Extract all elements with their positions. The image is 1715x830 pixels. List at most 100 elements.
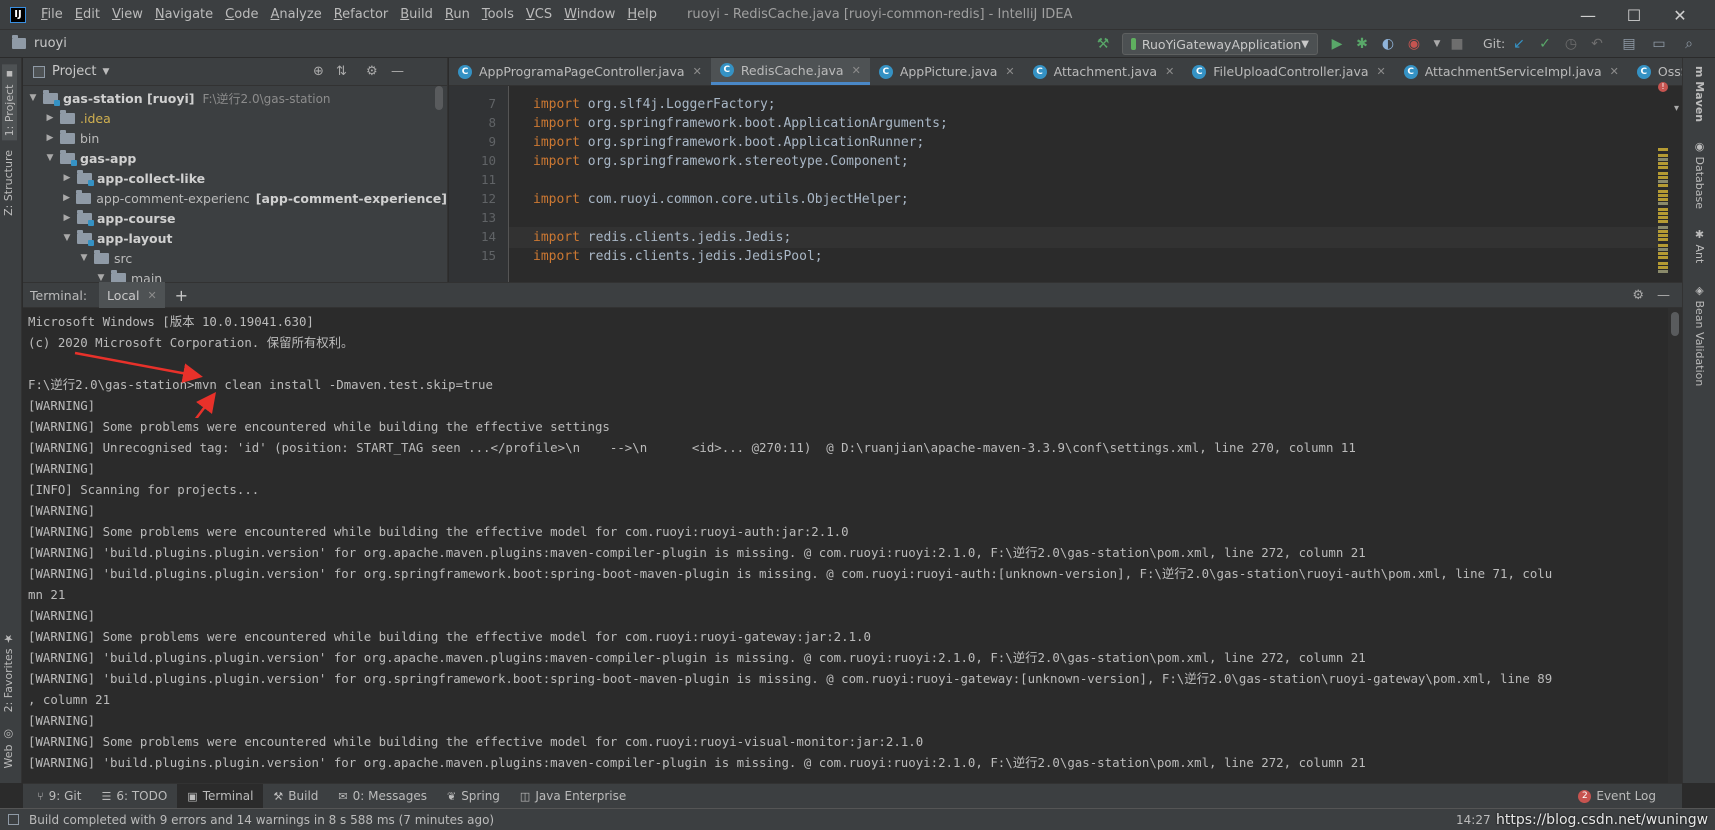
- close-tab-icon[interactable]: ✕: [1377, 65, 1386, 78]
- git-update-icon[interactable]: ↙: [1509, 34, 1529, 54]
- profile-dropdown-icon[interactable]: ▼: [1427, 34, 1447, 54]
- close-icon[interactable]: ✕: [1657, 0, 1703, 30]
- editor-tab[interactable]: C Attachment.java ✕: [1024, 58, 1184, 85]
- gear-icon[interactable]: ⚙: [1632, 288, 1644, 303]
- tabs-dropdown-icon[interactable]: ▾: [1674, 103, 1679, 114]
- close-tab-icon[interactable]: ✕: [1165, 65, 1174, 78]
- tab-java-enterprise[interactable]: ◫ Java Enterprise: [510, 784, 636, 809]
- tree-item[interactable]: ▶ app-comment-experienc [app-comment-exper…: [23, 188, 447, 208]
- menu-item-analyze[interactable]: Analyze: [264, 7, 327, 22]
- git-commit-icon[interactable]: ✓: [1535, 34, 1555, 54]
- editor-tab[interactable]: C AppPicture.java ✕: [870, 58, 1024, 85]
- warning-marker[interactable]: [1658, 190, 1668, 193]
- warning-marker[interactable]: [1658, 176, 1668, 179]
- code-area[interactable]: import org.slf4j.LoggerFactory; import or…: [509, 86, 1659, 282]
- hide-panel-icon[interactable]: —: [1657, 288, 1670, 303]
- collapsed-arrow-icon[interactable]: ▶: [44, 113, 56, 123]
- menu-item-view[interactable]: View: [106, 7, 149, 22]
- warning-marker[interactable]: [1658, 202, 1668, 205]
- tree-item[interactable]: ▶ app-course: [23, 208, 447, 228]
- close-tab-icon[interactable]: ✕: [852, 64, 861, 77]
- tab-terminal[interactable]: ▣ Terminal: [177, 783, 264, 809]
- warning-marker[interactable]: [1658, 166, 1668, 169]
- warning-marker[interactable]: [1658, 230, 1668, 233]
- event-log-button[interactable]: 2 Event Log: [1578, 789, 1656, 803]
- tab-ant[interactable]: ✱ Ant: [1693, 228, 1706, 263]
- tree-item[interactable]: ▶ app-collect-like: [23, 168, 447, 188]
- warning-marker[interactable]: [1658, 194, 1668, 197]
- tree-item[interactable]: ▼ gas-station [ruoyi] F:\逆行2.0\gas-station: [23, 88, 447, 108]
- stop-icon[interactable]: ■: [1447, 34, 1467, 54]
- close-tab-icon[interactable]: ✕: [147, 289, 156, 302]
- tab-database[interactable]: ◉ Database: [1693, 140, 1706, 209]
- editor-tab[interactable]: C OssServiceImpl.jav: [1628, 58, 1682, 85]
- warning-marker[interactable]: [1658, 158, 1668, 161]
- close-tab-icon[interactable]: ✕: [1005, 65, 1014, 78]
- tab-web[interactable]: Web ◎: [2, 728, 15, 768]
- warning-marker[interactable]: [1658, 262, 1668, 265]
- menu-item-help[interactable]: Help: [621, 7, 663, 22]
- warning-marker[interactable]: [1658, 238, 1668, 241]
- warning-marker[interactable]: [1658, 270, 1668, 273]
- warning-marker[interactable]: [1658, 226, 1668, 229]
- collapsed-arrow-icon[interactable]: ▶: [61, 213, 73, 223]
- hide-panel-icon[interactable]: —: [391, 64, 404, 79]
- menu-item-code[interactable]: Code: [219, 7, 264, 22]
- debug-icon[interactable]: ✱: [1352, 34, 1372, 54]
- menu-item-file[interactable]: File: [35, 7, 69, 22]
- expanded-arrow-icon[interactable]: ▼: [61, 233, 73, 243]
- close-tab-icon[interactable]: ✕: [1610, 65, 1619, 78]
- tree-item[interactable]: ▼ app-layout: [23, 228, 447, 248]
- status-message[interactable]: Build completed with 9 errors and 14 war…: [29, 813, 494, 827]
- gear-icon[interactable]: ⚙: [366, 64, 378, 79]
- collapsed-arrow-icon[interactable]: ▶: [61, 193, 72, 203]
- run-configuration-select[interactable]: RuoYiGatewayApplication ▼: [1122, 33, 1318, 55]
- run-icon[interactable]: ▶: [1327, 34, 1347, 54]
- project-view-label[interactable]: Project: [52, 64, 96, 79]
- menu-item-build[interactable]: Build: [394, 7, 439, 22]
- tree-item[interactable]: ▶ .idea: [23, 108, 447, 128]
- warning-marker[interactable]: [1658, 248, 1668, 251]
- locate-icon[interactable]: ⊕: [313, 64, 324, 79]
- new-session-icon[interactable]: +: [175, 286, 188, 305]
- warning-marker[interactable]: [1658, 172, 1668, 175]
- editor-tab[interactable]: C FileUploadController.java ✕: [1183, 58, 1394, 85]
- build-hammer-icon[interactable]: ⚒: [1093, 34, 1113, 54]
- terminal-output[interactable]: Microsoft Windows [版本 10.0.19041.630] (c)…: [23, 308, 1682, 783]
- menu-item-vcs[interactable]: VCS: [520, 7, 558, 22]
- warning-marker[interactable]: [1658, 216, 1668, 219]
- layout-icon[interactable]: ▭: [1649, 34, 1669, 54]
- tree-scrollbar[interactable]: [435, 86, 443, 110]
- git-rollback-icon[interactable]: ↶: [1587, 34, 1607, 54]
- warning-marker[interactable]: [1658, 266, 1668, 269]
- warning-marker[interactable]: [1658, 198, 1668, 201]
- warning-marker[interactable]: [1658, 252, 1668, 255]
- warning-marker[interactable]: [1658, 212, 1668, 215]
- menu-item-run[interactable]: Run: [439, 7, 476, 22]
- expanded-arrow-icon[interactable]: ▼: [78, 253, 90, 263]
- minimize-icon[interactable]: —: [1565, 0, 1611, 30]
- warning-marker[interactable]: [1658, 180, 1668, 183]
- tab-structure[interactable]: Z: Structure: [2, 150, 15, 216]
- warning-marker[interactable]: [1658, 148, 1668, 151]
- menu-item-tools[interactable]: Tools: [476, 7, 520, 22]
- search-icon[interactable]: ⌕: [1679, 34, 1699, 54]
- chevron-down-icon[interactable]: ▼: [102, 67, 109, 77]
- coverage-icon[interactable]: ◐: [1378, 34, 1398, 54]
- tab-local[interactable]: Local ✕: [99, 282, 165, 308]
- warning-marker[interactable]: [1658, 256, 1668, 259]
- collapse-all-icon[interactable]: ⇅: [336, 64, 347, 79]
- warning-marker[interactable]: [1658, 184, 1668, 187]
- terminal-scrollbar[interactable]: [1668, 308, 1682, 783]
- editor-tab[interactable]: C RedisCache.java ✕: [710, 58, 870, 85]
- warning-marker[interactable]: [1658, 208, 1668, 211]
- menu-item-refactor[interactable]: Refactor: [328, 7, 395, 22]
- tab-messages[interactable]: ✉ 0: Messages: [328, 784, 437, 809]
- tab-todo[interactable]: ☰ 6: TODO: [91, 784, 177, 809]
- tab-build[interactable]: ⚒ Build: [263, 784, 328, 809]
- warning-marker[interactable]: [1658, 234, 1668, 237]
- maximize-icon[interactable]: ☐: [1611, 0, 1657, 30]
- error-indicator-icon[interactable]: !: [1658, 82, 1668, 92]
- git-history-icon[interactable]: ◷: [1561, 34, 1581, 54]
- tab-favorites[interactable]: 2: Favorites ★: [2, 632, 15, 712]
